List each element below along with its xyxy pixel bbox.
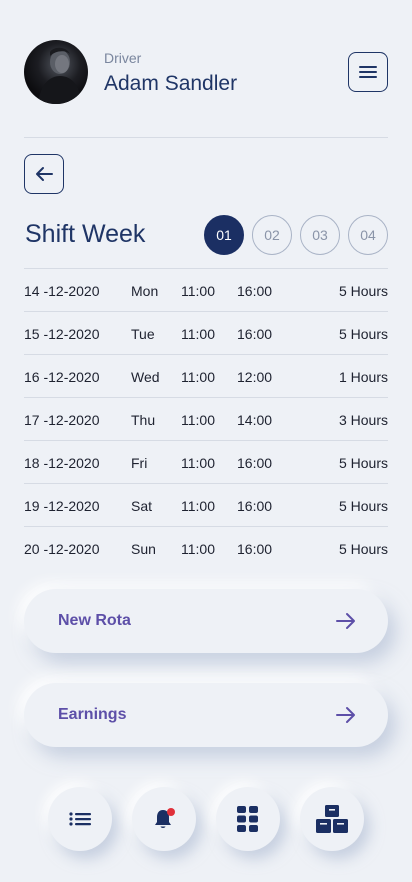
shift-end: 14:00 bbox=[237, 412, 273, 428]
week-tab-03[interactable]: 03 bbox=[300, 215, 340, 255]
shift-date: 18 -12-2020 bbox=[24, 455, 100, 471]
nav-list-button[interactable] bbox=[48, 787, 112, 851]
shift-day: Sat bbox=[131, 498, 153, 514]
table-row: 20 -12-2020 Sun 11:00 16:00 5 Hours bbox=[24, 527, 388, 570]
profile-header: Driver Adam Sandler bbox=[24, 40, 388, 104]
shift-hours: 5 Hours bbox=[338, 283, 388, 299]
arrow-right-icon bbox=[336, 613, 355, 629]
shift-start: 11:00 bbox=[181, 541, 215, 557]
shift-day: Tue bbox=[131, 326, 155, 342]
shift-start: 11:00 bbox=[181, 283, 215, 299]
shift-day: Wed bbox=[131, 369, 160, 385]
shift-end: 16:00 bbox=[237, 326, 273, 342]
page-title: Shift Week bbox=[25, 220, 146, 248]
profile-role: Driver bbox=[104, 50, 142, 66]
shift-day: Sun bbox=[131, 541, 156, 557]
table-row: 18 -12-2020 Fri 11:00 16:00 5 Hours bbox=[24, 441, 388, 484]
shift-end: 16:00 bbox=[237, 498, 273, 514]
shift-day: Fri bbox=[131, 455, 148, 471]
table-row: 19 -12-2020 Sat 11:00 16:00 5 Hours bbox=[24, 484, 388, 527]
shift-date: 17 -12-2020 bbox=[24, 412, 100, 428]
table-row: 16 -12-2020 Wed 11:00 12:00 1 Hours bbox=[24, 355, 388, 398]
nav-inventory-button[interactable] bbox=[300, 787, 364, 851]
bell-icon bbox=[155, 808, 175, 828]
arrow-left-icon bbox=[36, 167, 53, 181]
shift-hours: 5 Hours bbox=[338, 455, 388, 471]
shift-table: 14 -12-2020 Mon 11:00 16:00 5 Hours 15 -… bbox=[24, 268, 388, 570]
earnings-button[interactable]: Earnings bbox=[24, 683, 388, 747]
shift-end: 16:00 bbox=[237, 455, 273, 471]
week-tab-04[interactable]: 04 bbox=[348, 215, 388, 255]
week-selector: 01 02 03 04 bbox=[204, 215, 388, 255]
avatar[interactable] bbox=[24, 40, 88, 104]
shift-hours: 1 Hours bbox=[338, 369, 388, 385]
shift-date: 14 -12-2020 bbox=[24, 283, 100, 299]
nav-grid-button[interactable] bbox=[216, 787, 280, 851]
arrow-right-icon bbox=[336, 707, 355, 723]
shift-hours: 5 Hours bbox=[338, 541, 388, 557]
notification-dot bbox=[167, 808, 175, 816]
week-tab-01[interactable]: 01 bbox=[204, 215, 244, 255]
nav-notifications-button[interactable] bbox=[132, 787, 196, 851]
table-row: 15 -12-2020 Tue 11:00 16:00 5 Hours bbox=[24, 312, 388, 355]
earnings-label: Earnings bbox=[58, 706, 127, 723]
shift-end: 16:00 bbox=[237, 283, 273, 299]
menu-button[interactable] bbox=[348, 52, 388, 92]
shift-end: 12:00 bbox=[237, 369, 273, 385]
shift-start: 11:00 bbox=[181, 498, 215, 514]
shift-date: 15 -12-2020 bbox=[24, 326, 100, 342]
shift-start: 11:00 bbox=[181, 412, 215, 428]
boxes-icon bbox=[316, 805, 348, 833]
shift-start: 11:00 bbox=[181, 326, 215, 342]
shift-end: 16:00 bbox=[237, 541, 273, 557]
header-divider bbox=[24, 137, 388, 138]
bottom-navigation bbox=[48, 787, 364, 851]
new-rota-button[interactable]: New Rota bbox=[24, 589, 388, 653]
shift-hours: 5 Hours bbox=[338, 498, 388, 514]
shift-start: 11:00 bbox=[181, 369, 215, 385]
table-row: 17 -12-2020 Thu 11:00 14:00 3 Hours bbox=[24, 398, 388, 441]
hamburger-menu-icon bbox=[359, 66, 377, 78]
shift-date: 19 -12-2020 bbox=[24, 498, 100, 514]
table-row: 14 -12-2020 Mon 11:00 16:00 5 Hours bbox=[24, 269, 388, 312]
shift-day: Mon bbox=[131, 283, 159, 299]
shift-date: 16 -12-2020 bbox=[24, 369, 100, 385]
grid-icon bbox=[237, 806, 258, 832]
week-tab-02[interactable]: 02 bbox=[252, 215, 292, 255]
profile-name: Adam Sandler bbox=[104, 72, 238, 95]
back-button[interactable] bbox=[24, 154, 64, 194]
shift-hours: 3 Hours bbox=[338, 412, 388, 428]
new-rota-label: New Rota bbox=[58, 612, 131, 629]
avatar-image bbox=[38, 47, 82, 104]
shift-day: Thu bbox=[131, 412, 156, 428]
shift-start: 11:00 bbox=[181, 455, 215, 471]
list-icon bbox=[69, 812, 91, 826]
shift-date: 20 -12-2020 bbox=[24, 541, 100, 557]
shift-hours: 5 Hours bbox=[338, 326, 388, 342]
